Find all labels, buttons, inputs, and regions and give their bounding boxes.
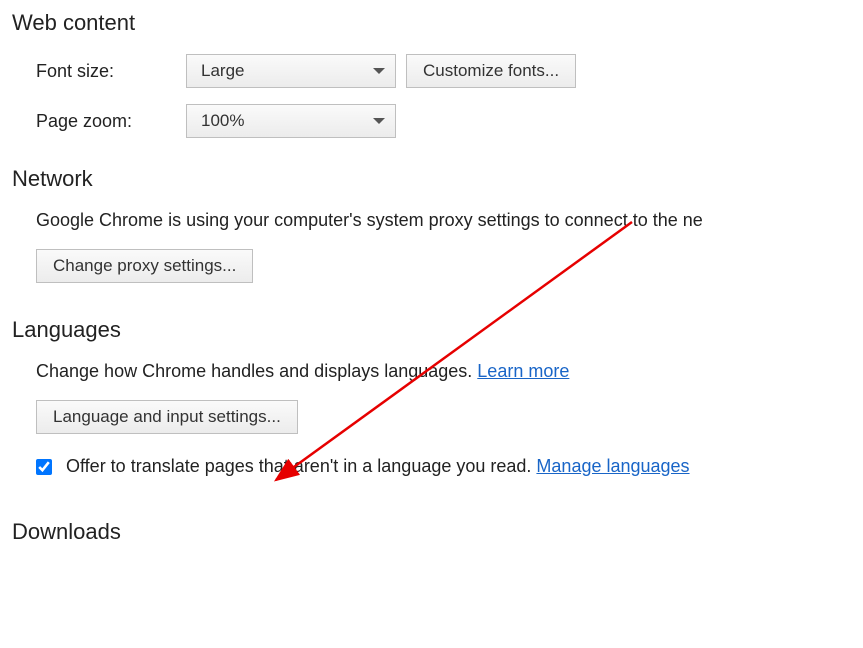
change-proxy-button[interactable]: Change proxy settings...: [36, 249, 253, 283]
network-body-text: Google Chrome is using your computer's s…: [36, 210, 863, 231]
offer-translate-checkbox[interactable]: [36, 459, 52, 475]
web-content-header: Web content: [12, 10, 863, 36]
page-zoom-dropdown[interactable]: 100%: [186, 104, 396, 138]
network-header: Network: [12, 166, 863, 192]
learn-more-link[interactable]: Learn more: [477, 361, 569, 381]
font-size-value: Large: [201, 61, 244, 81]
font-size-dropdown[interactable]: Large: [186, 54, 396, 88]
language-input-settings-button[interactable]: Language and input settings...: [36, 400, 298, 434]
customize-fonts-button[interactable]: Customize fonts...: [406, 54, 576, 88]
caret-down-icon: [373, 118, 385, 124]
downloads-header: Downloads: [12, 519, 863, 545]
caret-down-icon: [373, 68, 385, 74]
manage-languages-link[interactable]: Manage languages: [536, 456, 689, 476]
languages-header: Languages: [12, 317, 863, 343]
font-size-label: Font size:: [36, 61, 186, 82]
offer-translate-label: Offer to translate pages that aren't in …: [66, 456, 536, 476]
page-zoom-label: Page zoom:: [36, 111, 186, 132]
languages-body-prefix: Change how Chrome handles and displays l…: [36, 361, 477, 381]
page-zoom-value: 100%: [201, 111, 244, 131]
languages-body-text: Change how Chrome handles and displays l…: [36, 361, 863, 382]
